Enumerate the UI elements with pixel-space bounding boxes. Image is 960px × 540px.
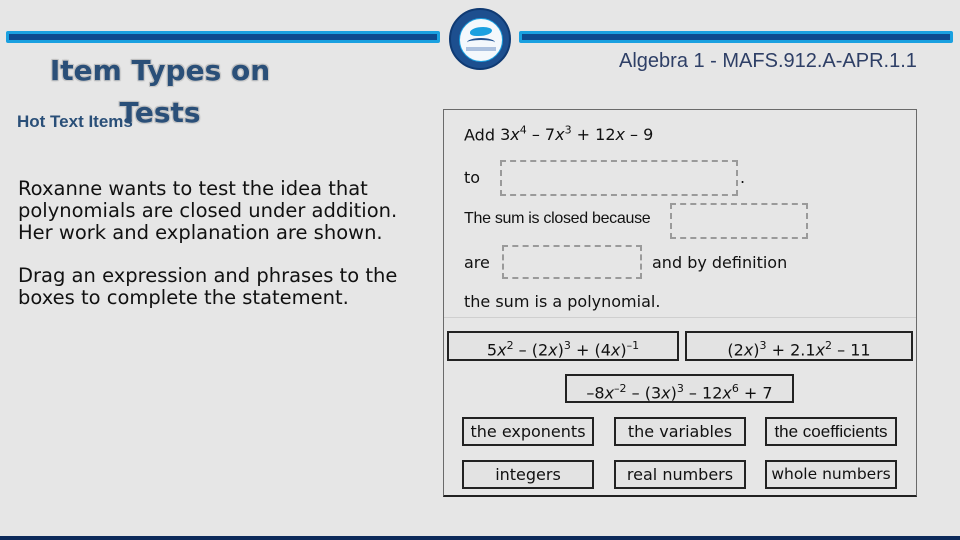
- statement-line-5: the sum is a polynomial.: [464, 292, 661, 311]
- statement-line-4-suffix: and by definition: [652, 253, 788, 272]
- number-set-drop-zone[interactable]: [502, 245, 642, 279]
- phrase-tile-the-exponents[interactable]: the exponents: [462, 417, 594, 446]
- expression-tile-3[interactable]: –8x–2 – (3x)3 – 12x6 + 7: [565, 374, 794, 403]
- expression-tile-1[interactable]: 5x2 – (2x)3 + (4x)–1: [447, 331, 679, 361]
- slide-subtitle: Hot Text Items: [17, 112, 133, 131]
- statement-line-2-prefix: to: [464, 168, 481, 187]
- property-drop-zone[interactable]: [670, 203, 808, 239]
- seal-inner: [459, 18, 503, 62]
- expression-tile-2[interactable]: (2x)3 + 2.1x2 – 11: [685, 331, 913, 361]
- statement-line-3: The sum is closed because: [464, 210, 651, 227]
- school-district-seal-icon: [449, 8, 511, 70]
- hot-text-item-panel: Add 3x4 – 7x3 + 12x – 9 to . The sum is …: [443, 109, 917, 497]
- seal-bird-icon: [470, 27, 492, 36]
- phrase-tile-integers[interactable]: integers: [462, 460, 594, 489]
- seal-book-icon: [467, 38, 495, 47]
- header-rule-right: [519, 31, 953, 43]
- statement-line-2-suffix: .: [740, 168, 746, 187]
- phrase-tile-real-numbers[interactable]: real numbers: [614, 460, 746, 489]
- phrase-tile-the-variables[interactable]: the variables: [614, 417, 746, 446]
- prompt-paragraph-1: Roxanne wants to test the idea that poly…: [18, 177, 398, 244]
- phrase-tile-the-coefficients[interactable]: the coefficients: [765, 417, 897, 446]
- statement-add-label: Add: [464, 125, 495, 145]
- statement-line-4-prefix: are: [464, 253, 490, 272]
- panel-divider: [444, 317, 916, 318]
- standard-label: Algebra 1 - MAFS.912.A-APR.1.1: [619, 50, 917, 72]
- prompt-paragraph-2: Drag an expression and phrases to the bo…: [18, 264, 398, 309]
- given-polynomial: 3x4 – 7x3 + 12x – 9: [500, 124, 654, 145]
- item-prompt: Roxanne wants to test the idea that poly…: [18, 178, 398, 330]
- phrase-tile-whole-numbers[interactable]: whole numbers: [765, 460, 897, 489]
- seal-text: [466, 47, 496, 51]
- statement-line-1: Add 3x4 – 7x3 + 12x – 9: [464, 124, 653, 144]
- expression-drop-zone[interactable]: [500, 160, 738, 196]
- header-rule-left: [6, 31, 440, 43]
- footer-bar: [0, 536, 960, 540]
